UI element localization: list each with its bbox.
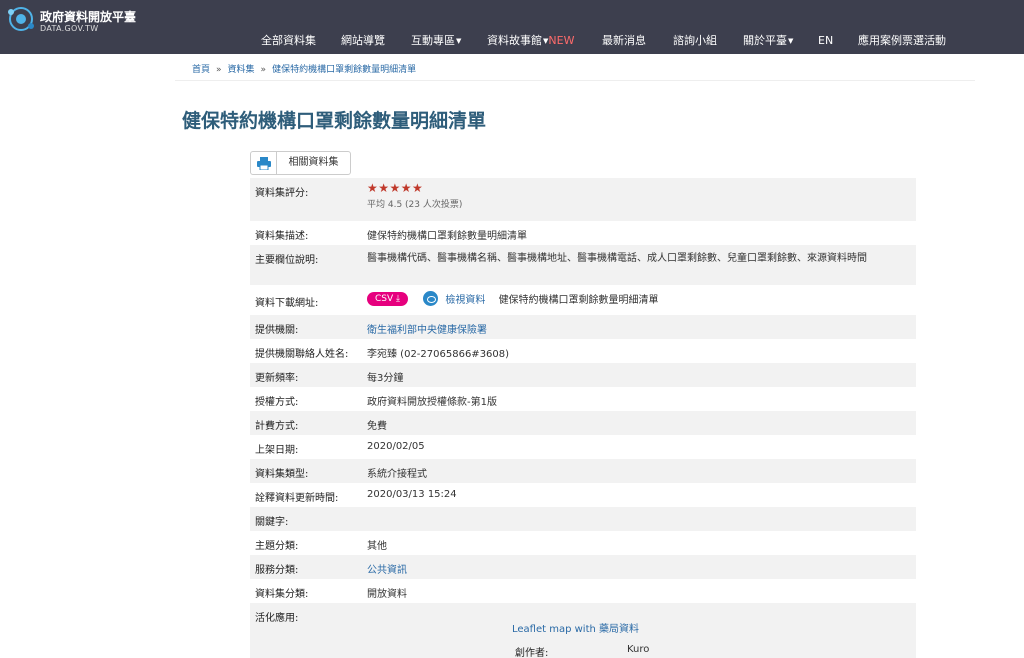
nav-interactive-label: 互動專區 [411, 34, 455, 47]
nav-site-guide[interactable]: 網站導覽 [341, 33, 385, 49]
publish-date-value: 2020/02/05 [367, 441, 425, 452]
row-license: 授權方式: 政府資料開放授權條款-第1版 [250, 387, 916, 411]
download-label: 資料下載網址: [255, 298, 319, 309]
nav-all-datasets[interactable]: 全部資料集 [261, 33, 316, 49]
description-label: 資料集描述: [255, 231, 309, 242]
row-provider: 提供機關: 衛生福利部中央健康保險署 [250, 315, 916, 339]
metadata-updated-value: 2020/03/13 15:24 [367, 489, 457, 500]
preview-data-link[interactable]: 檢視資料 [445, 295, 485, 306]
metadata-updated-label: 詮釋資料更新時間: [255, 493, 339, 504]
keywords-label: 關鍵字: [255, 517, 289, 528]
row-fee: 計費方式: 免費 [250, 411, 916, 435]
page-title: 健保特約機構口罩剩餘數量明細清單 [182, 110, 487, 132]
dataset-details-table: 資料集評分: ★★★★★ 平均 4.5 (23 人次投票) 資料集描述: 健保特… [250, 178, 916, 658]
dataset-type-value: 系統介接程式 [367, 469, 427, 480]
fields-label: 主要欄位說明: [255, 255, 319, 266]
chevron-down-icon: ▼ [788, 37, 794, 45]
logo-icon [8, 7, 34, 31]
breadcrumb: 首頁 » 資料集 » 健保特約機構口罩剩餘數量明細清單 [192, 62, 416, 75]
download-value: CSV ⤓ 檢視資料 健保特約機構口罩剩餘數量明細清單 [367, 291, 659, 306]
frequency-label: 更新頻率: [255, 373, 299, 384]
nav-about-label: 關於平臺 [743, 34, 787, 47]
eye-icon[interactable] [423, 291, 439, 306]
row-description: 資料集描述: 健保特約機構口罩剩餘數量明細清單 [250, 221, 916, 245]
app-author-value: Kuro [627, 644, 650, 655]
logo-title: 政府資料開放平臺 [40, 10, 137, 24]
logo-subtitle: DATA.GOV.TW [40, 24, 99, 33]
row-publish-date: 上架日期: 2020/02/05 [250, 435, 916, 459]
fee-label: 計費方式: [255, 421, 299, 432]
nav-english[interactable]: EN [818, 33, 833, 49]
breadcrumb-separator: » [216, 65, 222, 75]
classification-label: 資料集分類: [255, 589, 309, 600]
breadcrumb-current[interactable]: 健保特約機構口罩剩餘數量明細清單 [272, 65, 416, 75]
csv-download-button[interactable]: CSV ⤓ [367, 291, 408, 306]
contact-value: 李宛臻 (02-27065866#3608) [367, 349, 510, 360]
dataset-type-label: 資料集類型: [255, 469, 309, 480]
new-badge: NEW [548, 34, 575, 47]
nav-app-voting[interactable]: 應用案例票選活動 [858, 33, 946, 49]
row-fields: 主要欄位說明: 醫事機構代碼、醫事機構名稱、醫事機構地址、醫事機構電話、成人口罩… [250, 245, 916, 285]
classification-value: 開放資料 [367, 589, 407, 600]
row-dataset-type: 資料集類型: 系統介接程式 [250, 459, 916, 483]
publish-date-label: 上架日期: [255, 445, 299, 456]
nav-news[interactable]: 最新消息 [602, 33, 646, 49]
application-link[interactable]: Leaflet map with 藥局資料 [512, 620, 639, 635]
service-link[interactable]: 公共資訊 [367, 561, 407, 576]
topic-value: 其他 [367, 541, 387, 552]
row-contact: 提供機關聯絡人姓名: 李宛臻 (02-27065866#3608) [250, 339, 916, 363]
row-keywords: 關鍵字: [250, 507, 916, 531]
download-file-name: 健保特約機構口罩剩餘數量明細清單 [498, 295, 659, 306]
csv-format-label: CSV [375, 293, 394, 304]
top-navbar: 政府資料開放平臺 DATA.GOV.TW 全部資料集 網站導覽 互動專區▼ 資料… [0, 0, 1024, 54]
row-applications: 活化應用: Leaflet map with 藥局資料 創作者: Kuro [250, 603, 916, 658]
divider [175, 80, 975, 81]
rating-summary: 平均 4.5 (23 人次投票) [367, 200, 463, 210]
service-label: 服務分類: [255, 565, 299, 576]
rating-label: 資料集評分: [255, 188, 309, 199]
rating-value: ★★★★★ 平均 4.5 (23 人次投票) [367, 182, 462, 210]
row-metadata-updated: 詮釋資料更新時間: 2020/03/13 15:24 [250, 483, 916, 507]
rating-stars[interactable]: ★★★★★ [367, 182, 462, 194]
printer-icon [257, 157, 271, 170]
row-classification: 資料集分類: 開放資料 [250, 579, 916, 603]
row-rating: 資料集評分: ★★★★★ 平均 4.5 (23 人次投票) [250, 178, 916, 221]
topic-label: 主題分類: [255, 541, 299, 552]
provider-label: 提供機關: [255, 325, 299, 336]
nav-interactive[interactable]: 互動專區▼ [411, 33, 461, 49]
nav-data-story-label: 資料故事館 [487, 34, 542, 47]
applications-label: 活化應用: [255, 613, 299, 624]
site-logo[interactable]: 政府資料開放平臺 DATA.GOV.TW [6, 4, 166, 34]
row-topic: 主題分類: 其他 [250, 531, 916, 555]
breadcrumb-separator: » [260, 65, 267, 75]
print-button[interactable] [250, 151, 277, 175]
fee-value: 免費 [367, 421, 387, 432]
breadcrumb-datasets[interactable]: 資料集 [228, 65, 255, 75]
breadcrumb-home[interactable]: 首頁 [192, 65, 210, 75]
description-value: 健保特約機構口罩剩餘數量明細清單 [367, 231, 527, 242]
fields-value: 醫事機構代碼、醫事機構名稱、醫事機構地址、醫事機構電話、成人口罩剩餘數、兒童口罩… [367, 253, 867, 264]
chevron-down-icon: ▼ [456, 37, 462, 45]
row-download: 資料下載網址: CSV ⤓ 檢視資料 健保特約機構口罩剩餘數量明細清單 [250, 285, 916, 315]
row-service: 服務分類: 公共資訊 [250, 555, 916, 579]
nav-data-story[interactable]: 資料故事館▼NEW [487, 33, 574, 49]
related-datasets-button[interactable]: 相關資料集 [276, 151, 351, 175]
app-author-label: 創作者: [515, 648, 549, 658]
contact-label: 提供機關聯絡人姓名: [255, 349, 349, 360]
nav-advisory[interactable]: 諮詢小組 [673, 33, 717, 49]
frequency-value: 每3分鐘 [367, 373, 404, 384]
nav-about[interactable]: 關於平臺▼ [743, 33, 793, 49]
license-label: 授權方式: [255, 397, 299, 408]
row-frequency: 更新頻率: 每3分鐘 [250, 363, 916, 387]
provider-link[interactable]: 衛生福利部中央健康保險署 [367, 321, 487, 336]
license-value: 政府資料開放授權條款-第1版 [367, 397, 497, 408]
